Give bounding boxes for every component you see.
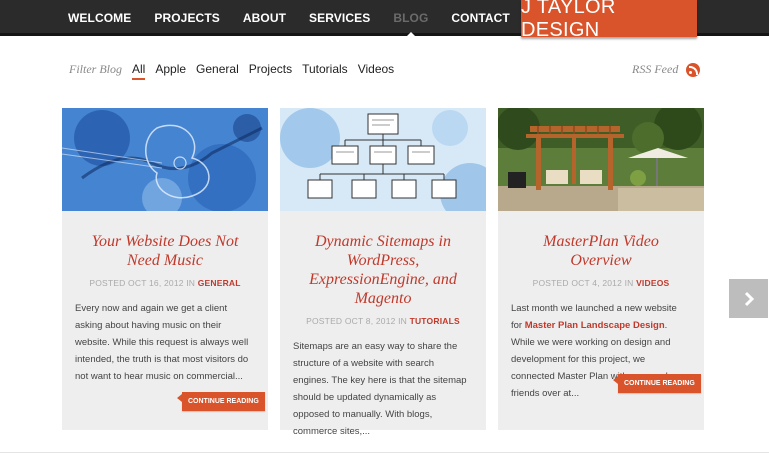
post-title[interactable]: Your Website Does Not Need Music bbox=[62, 232, 268, 270]
post-category-link[interactable]: TUTORIALS bbox=[410, 316, 460, 326]
post-excerpt: Every now and again we get a client aski… bbox=[75, 303, 249, 382]
rss-icon[interactable] bbox=[686, 62, 701, 77]
post-excerpt: Sitemaps are an easy way to share the st… bbox=[293, 341, 467, 437]
post-date: POSTED OCT 4, 2012 IN bbox=[532, 278, 637, 288]
rss-label[interactable]: RSS Feed bbox=[632, 62, 678, 77]
post-category-link[interactable]: GENERAL bbox=[198, 278, 241, 288]
nav-contact[interactable]: CONTACT bbox=[451, 11, 509, 25]
divider bbox=[0, 452, 769, 453]
nav-blog[interactable]: BLOG bbox=[393, 11, 428, 37]
guitar-illustration[interactable] bbox=[62, 108, 268, 211]
post-title[interactable]: MasterPlan Video Overview bbox=[498, 232, 704, 270]
continue-reading-button[interactable]: CONTINUE READING bbox=[177, 392, 265, 411]
continue-reading-button[interactable]: CONTINUE READING bbox=[613, 374, 701, 393]
nav-welcome[interactable]: WELCOME bbox=[68, 11, 131, 25]
sitemap-sketch[interactable] bbox=[280, 108, 486, 211]
pergola-photo[interactable] bbox=[498, 108, 704, 211]
post-meta: POSTED OCT 16, 2012 IN GENERAL bbox=[62, 278, 268, 288]
post-title[interactable]: Dynamic Sitemaps in WordPress, Expressio… bbox=[280, 232, 486, 308]
nav-projects[interactable]: PROJECTS bbox=[154, 11, 219, 25]
next-slide-button[interactable] bbox=[729, 279, 768, 318]
post-card: MasterPlan Video Overview POSTED OCT 4, … bbox=[498, 108, 704, 430]
main-nav: WELCOME PROJECTS ABOUT SERVICES BLOG CON… bbox=[68, 11, 533, 37]
filter-general[interactable]: General bbox=[196, 62, 239, 76]
post-meta: POSTED OCT 8, 2012 IN TUTORIALS bbox=[280, 316, 486, 326]
post-meta: POSTED OCT 4, 2012 IN VIDEOS bbox=[498, 278, 704, 288]
nav-services[interactable]: SERVICES bbox=[309, 11, 370, 25]
filter-tutorials[interactable]: Tutorials bbox=[302, 62, 348, 76]
top-navbar: WELCOME PROJECTS ABOUT SERVICES BLOG CON… bbox=[0, 0, 769, 41]
blog-filter: Filter Blog All Apple General Projects T… bbox=[69, 62, 404, 80]
filter-apple[interactable]: Apple bbox=[155, 62, 186, 76]
nav-about[interactable]: ABOUT bbox=[243, 11, 286, 25]
master-plan-link[interactable]: Master Plan Landscape Design bbox=[525, 320, 665, 331]
post-card: Your Website Does Not Need Music POSTED … bbox=[62, 108, 268, 430]
post-date: POSTED OCT 16, 2012 IN bbox=[89, 278, 198, 288]
filter-projects[interactable]: Projects bbox=[249, 62, 292, 76]
post-category-link[interactable]: VIDEOS bbox=[636, 278, 669, 288]
filter-all[interactable]: All bbox=[132, 62, 146, 80]
post-date: POSTED OCT 8, 2012 IN bbox=[306, 316, 410, 326]
post-card: Dynamic Sitemaps in WordPress, Expressio… bbox=[280, 108, 486, 437]
site-logo[interactable]: J TAYLOR DESIGN bbox=[521, 0, 697, 41]
chevron-right-icon bbox=[744, 291, 754, 306]
filter-videos[interactable]: Videos bbox=[358, 62, 394, 76]
rss-feed-link[interactable]: RSS Feed bbox=[632, 62, 701, 77]
filter-label: Filter Blog bbox=[69, 62, 122, 76]
